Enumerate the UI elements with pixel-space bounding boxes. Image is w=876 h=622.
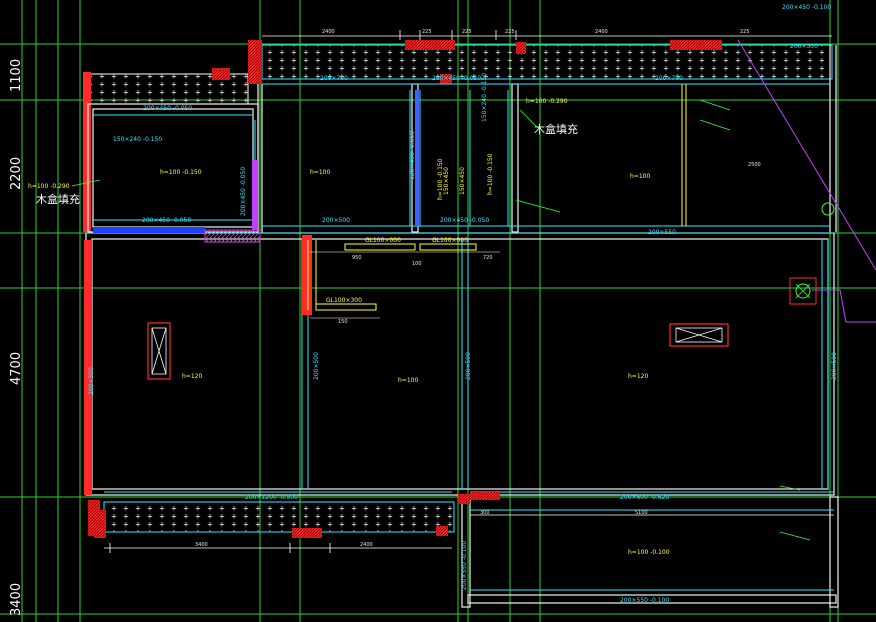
axis-dim-3400: 3400	[9, 583, 24, 616]
vbeam-label-4: 200×500	[831, 352, 838, 380]
level-label-5: h=120	[182, 373, 202, 380]
top-right-beam: 200×450 -0.100	[782, 4, 831, 11]
level-label-6: h=100	[398, 377, 418, 384]
vbeam-label-5: 200×550 -0.100	[461, 541, 468, 590]
floor-plan-drawing: + 1100 2200 4700 3400	[0, 0, 876, 622]
beam-label-11: 200×600 -0.620	[620, 494, 669, 501]
pipe-symbol	[737, 39, 876, 323]
vbeam-label-6: 120×400 -0.050	[409, 131, 416, 180]
beam-label-3: 200×450 -0.050	[432, 75, 481, 82]
beam-label-7: 200×450 -0.050	[240, 167, 247, 216]
small-dim-720: 720	[483, 255, 493, 261]
beam-label-6: 200×450 -0.050	[440, 217, 489, 224]
fill-note-left: 木盒填充	[36, 192, 80, 206]
top-dim-2: 225	[422, 29, 432, 35]
vent-box-right	[669, 323, 729, 347]
wall-strip-hatch	[204, 229, 261, 243]
lintel-3: GL100×300	[326, 297, 362, 304]
beam-label-5: 200×450 -0.050	[142, 217, 191, 224]
level-label-4: h=100 -0.290	[526, 98, 568, 105]
beam-label-13: 150×240 -0.150	[481, 73, 488, 122]
beam-label-10: 200×1200 -0.500	[245, 494, 298, 501]
red-column-1	[302, 235, 312, 315]
lintel-1: GL100×000	[365, 237, 401, 244]
level-label-8: h=100 -0.100	[628, 549, 670, 556]
top-dim-4: 225	[505, 29, 515, 35]
beam-label-12: 200×550 -0.100	[620, 597, 669, 604]
axis-dim-1100: 1100	[9, 59, 24, 92]
level-label-11: h=100 -0.150	[437, 158, 444, 200]
level-label-7: h=120	[628, 373, 648, 380]
vbeam-label-2: 200×500	[313, 352, 320, 380]
bottom-dim-3400: 3400	[195, 542, 208, 548]
top-dim-3: 225	[462, 29, 472, 35]
level-label-3: h=100	[630, 173, 650, 180]
lintels	[310, 243, 500, 319]
beam-label-1: 200×450 -0.050	[143, 105, 192, 112]
top-dim-5: 2400	[595, 29, 608, 35]
wall-strip-blue	[93, 227, 205, 233]
vent-box-left	[147, 322, 171, 380]
vbeam-label-9: 150×240 -0.150	[113, 136, 162, 143]
yellow-columns	[307, 84, 687, 310]
small-dim-100: 100	[412, 261, 422, 267]
beam-label-4: 200×700	[655, 75, 683, 82]
red-column-3	[458, 494, 470, 504]
top-dim-6: 225	[740, 29, 750, 35]
bottom-dim-2400: 2400	[360, 542, 373, 548]
small-dim-950: 950	[352, 255, 362, 261]
vbeam-label-8: 150×450	[459, 167, 466, 195]
wall-strip-purple	[252, 160, 258, 230]
beam-label-9: 200×550	[648, 229, 676, 236]
vbeam-label-3: 200×500	[465, 352, 472, 380]
axis-dim-4700: 4700	[9, 352, 24, 385]
small-dim-150: 150	[338, 319, 348, 325]
bottom-dim-5100: 5100	[635, 510, 648, 516]
small-dim-2500: 2500	[748, 162, 761, 168]
bottom-dim-300: 300	[480, 510, 490, 516]
axis-dim-2200: 2200	[9, 157, 24, 190]
level-label-1: h=100 -0.150	[160, 169, 202, 176]
top-dim-1: 2400	[322, 29, 335, 35]
lintel-2: GL100×000	[432, 237, 468, 244]
beam-label-2: 200×700	[320, 75, 348, 82]
vbeam-label-1: 200×500	[88, 367, 95, 395]
vbeam-label-7: 150×450	[443, 167, 450, 195]
beam-label-8: 200×500	[322, 217, 350, 224]
level-label-9: h=100 -0.150	[487, 153, 494, 195]
level-label-2: h=100	[310, 169, 330, 176]
top-right-beam-2: 200×350	[790, 43, 818, 50]
level-label-10: h=100 -0.290	[28, 183, 70, 190]
fill-note-right: 木盒填充	[534, 122, 578, 136]
